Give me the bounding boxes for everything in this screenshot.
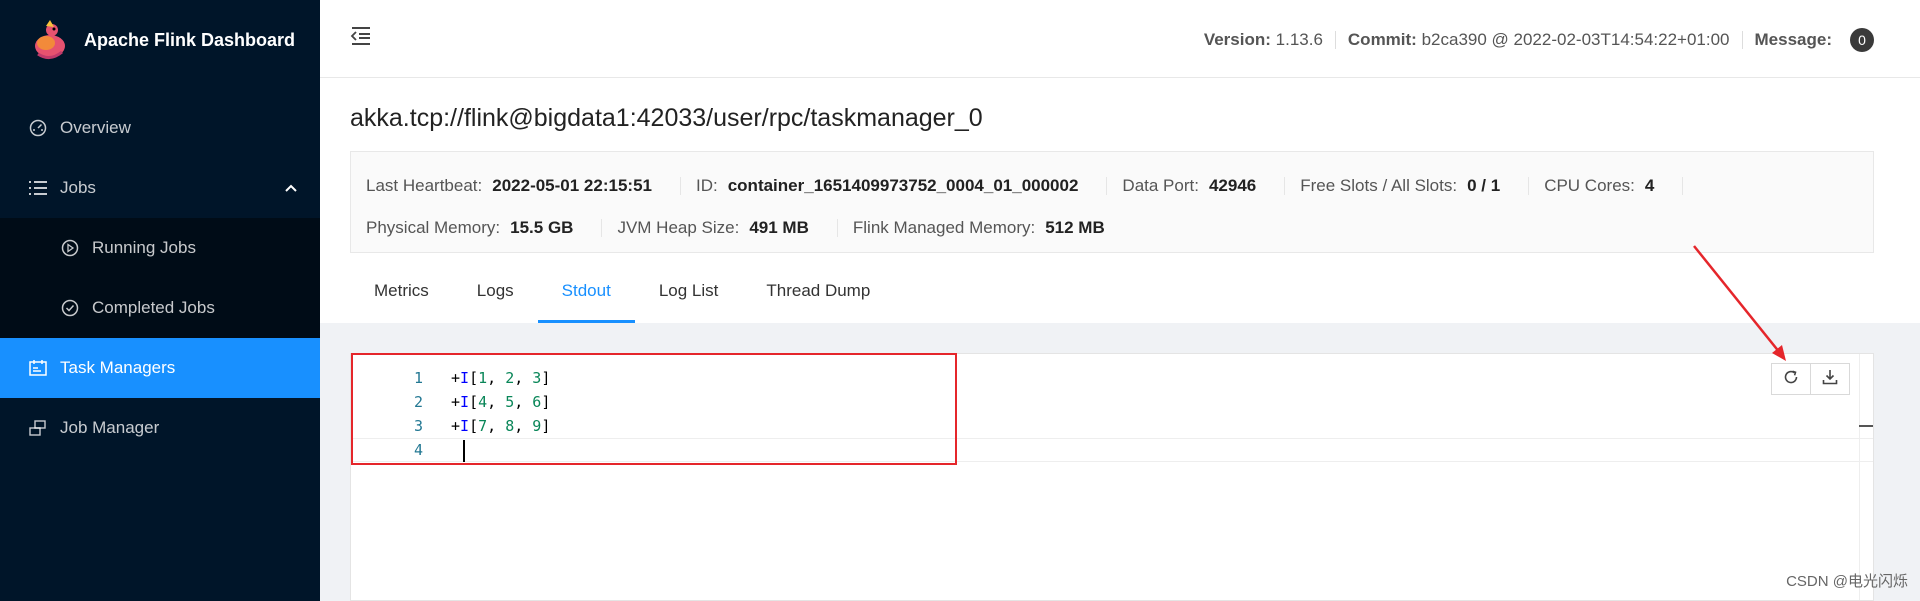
play-circle-icon bbox=[60, 238, 80, 258]
sidebar-item-overview[interactable]: Overview bbox=[0, 98, 320, 158]
flink-logo-icon bbox=[28, 18, 72, 62]
divider bbox=[1741, 31, 1743, 49]
dashboard-icon bbox=[28, 118, 48, 138]
commit-label: Commit: bbox=[1347, 30, 1417, 49]
sidebar-item-completed-jobs[interactable]: Completed Jobs bbox=[0, 278, 320, 338]
sidebar-item-label: Jobs bbox=[60, 178, 96, 197]
annotation-highlight-box bbox=[351, 353, 957, 465]
annotation-arrow-icon bbox=[1693, 245, 1786, 361]
detail-jvm-heap: JVM Heap Size: 491 MB bbox=[602, 218, 838, 238]
chevron-up-icon bbox=[284, 180, 298, 200]
tab-thread-dump[interactable]: Thread Dump bbox=[742, 268, 894, 323]
message-label[interactable]: Message: bbox=[1755, 30, 1832, 50]
schedule-icon bbox=[28, 358, 48, 378]
detail-last-heartbeat: Last Heartbeat: 2022-05-01 22:15:51 bbox=[351, 176, 681, 196]
app-title: Apache Flink Dashboard bbox=[84, 29, 296, 50]
details-row-2: Physical Memory: 15.5 GB JVM Heap Size: 49… bbox=[351, 218, 1105, 238]
sidebar-item-label: Job Manager bbox=[60, 418, 160, 437]
watermark: CSDN @电光闪烁 bbox=[1786, 573, 1908, 590]
task-manager-details: Last Heartbeat: 2022-05-01 22:15:51 ID: co… bbox=[350, 151, 1874, 253]
sidebar-item-label: Task Managers bbox=[60, 358, 176, 377]
message-count-badge[interactable]: 0 bbox=[1850, 28, 1874, 52]
detail-slots: Free Slots / All Slots: 0 / 1 bbox=[1285, 176, 1530, 196]
reload-icon bbox=[1782, 368, 1800, 391]
version-label: Version: bbox=[1203, 30, 1271, 49]
page-title: akka.tcp://flink@bigdata1:42033/user/rpc… bbox=[350, 104, 983, 132]
list-icon bbox=[28, 178, 48, 198]
commit-value: b2ca390 @ 2022-02-03T14:54:22+01:00 bbox=[1421, 30, 1730, 49]
top-header: Version: 1.13.6 Commit: b2ca390 @ 2022-0… bbox=[320, 0, 1920, 78]
version-value: 1.13.6 bbox=[1275, 30, 1323, 49]
detail-id: ID: container_1651409973752_0004_01_00000… bbox=[681, 176, 1108, 196]
editor-scrollbar[interactable] bbox=[1859, 354, 1873, 600]
cluster-icon bbox=[28, 418, 48, 438]
sidebar-item-label: Completed Jobs bbox=[92, 298, 215, 317]
download-icon bbox=[1821, 368, 1839, 391]
detail-physical-memory: Physical Memory: 15.5 GB bbox=[351, 218, 603, 238]
detail-managed-memory: Flink Managed Memory: 512 MB bbox=[852, 218, 1105, 237]
sidebar-item-jobs[interactable]: Jobs bbox=[0, 158, 320, 218]
details-row-1: Last Heartbeat: 2022-05-01 22:15:51 ID: co… bbox=[351, 176, 1684, 196]
tab-logs[interactable]: Logs bbox=[453, 268, 538, 323]
header-info: Version: 1.13.6 Commit: b2ca390 @ 2022-0… bbox=[1204, 28, 1874, 52]
sidebar-item-running-jobs[interactable]: Running Jobs bbox=[0, 218, 320, 278]
menu-fold-icon[interactable] bbox=[350, 26, 374, 48]
sidebar-item-label: Running Jobs bbox=[92, 238, 196, 257]
detail-cpu-cores: CPU Cores: 4 bbox=[1529, 176, 1684, 196]
jobs-submenu: Running Jobs Completed Jobs bbox=[0, 218, 320, 338]
logo-area[interactable]: Apache Flink Dashboard bbox=[0, 0, 320, 80]
detail-data-port: Data Port: 42946 bbox=[1107, 176, 1286, 196]
sidebar-item-label: Overview bbox=[60, 118, 131, 137]
tab-stdout[interactable]: Stdout bbox=[537, 268, 635, 323]
sidebar-item-job-manager[interactable]: Job Manager bbox=[0, 398, 320, 458]
sidebar: Apache Flink Dashboard Overview Jobs Run… bbox=[0, 0, 320, 601]
scrollbar-marker bbox=[1859, 425, 1873, 427]
sidebar-item-task-managers[interactable]: Task Managers bbox=[0, 338, 320, 398]
divider bbox=[1334, 31, 1336, 49]
check-circle-icon bbox=[60, 298, 80, 318]
tab-log-list[interactable]: Log List bbox=[635, 268, 743, 323]
tab-bar: Metrics Logs Stdout Log List Thread Dump bbox=[350, 268, 894, 323]
tab-metrics[interactable]: Metrics bbox=[350, 268, 453, 323]
download-button[interactable] bbox=[1810, 363, 1850, 395]
